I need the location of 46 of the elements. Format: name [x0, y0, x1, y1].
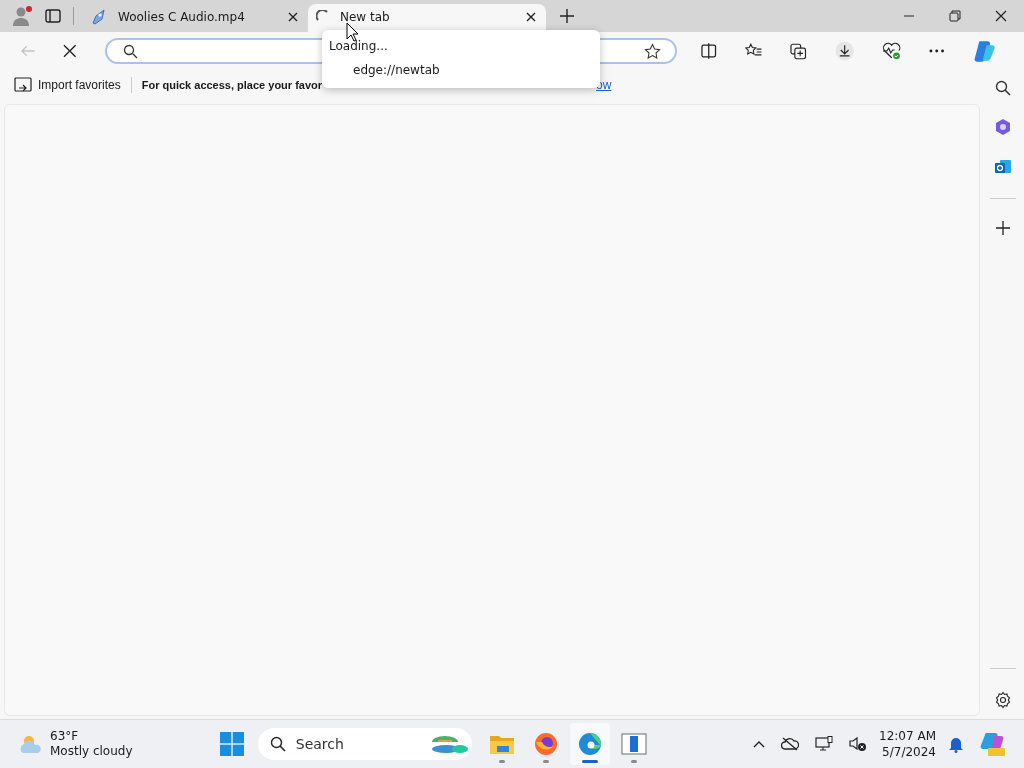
taskbar-search-field[interactable]: Search: [257, 728, 472, 760]
favorites-icon[interactable]: [744, 43, 763, 59]
add-icon[interactable]: [996, 221, 1010, 235]
search-icon: [123, 43, 139, 59]
clock-date[interactable]: 5/7/2024: [882, 744, 936, 760]
new-tab-icon[interactable]: [560, 9, 574, 23]
search-icon: [269, 736, 286, 752]
settings-icon[interactable]: [994, 691, 1012, 709]
network-icon[interactable]: [815, 736, 834, 752]
taskbar-app[interactable]: [569, 723, 610, 765]
wave-browser-icon: [577, 732, 602, 756]
star-icon[interactable]: [644, 42, 662, 60]
cloudy-sun-icon: [18, 733, 44, 755]
chevron-up-icon[interactable]: [753, 740, 766, 748]
download-icon[interactable]: [834, 41, 854, 61]
browser-tab[interactable]: Woolies C Audio.mp4: [82, 4, 308, 32]
browser-tab[interactable]: New tab: [308, 4, 546, 32]
start-icon[interactable]: [219, 732, 244, 756]
close-tab-icon[interactable]: [288, 12, 298, 22]
more-icon[interactable]: [929, 49, 945, 53]
clock-time[interactable]: 12:07 AM: [879, 728, 936, 744]
bell-icon[interactable]: [948, 735, 964, 753]
window-app-icon: [620, 733, 647, 755]
loading-status: Loading...: [329, 39, 388, 53]
collections-icon[interactable]: [790, 42, 807, 60]
import-favorites-button[interactable]: Import favorites: [38, 78, 121, 92]
folder-icon: [488, 733, 515, 755]
temperature: 63°F: [50, 729, 80, 744]
split-screen-icon[interactable]: [701, 43, 717, 59]
profile-icon[interactable]: [11, 5, 33, 27]
fox-browser-icon: [533, 732, 558, 756]
stop-icon[interactable]: [63, 44, 78, 58]
mail-app-icon[interactable]: [994, 158, 1012, 176]
heart-pulse-icon[interactable]: [881, 42, 902, 60]
tab-actions-icon[interactable]: [45, 8, 61, 24]
restore-icon[interactable]: [949, 10, 961, 22]
weather-condition: Mostly cloudy: [50, 744, 133, 759]
speaker-muted-icon[interactable]: [849, 736, 868, 752]
import-icon: [14, 77, 32, 93]
close-icon[interactable]: [995, 10, 1007, 22]
favorites-hint: For quick access, place your favor: [141, 79, 323, 91]
hexagon-logo-icon[interactable]: [994, 118, 1012, 136]
cloud-off-icon[interactable]: [781, 737, 800, 751]
close-tab-icon[interactable]: [526, 12, 536, 22]
search-icon[interactable]: [995, 80, 1011, 96]
tab-url: edge://newtab: [353, 63, 440, 77]
